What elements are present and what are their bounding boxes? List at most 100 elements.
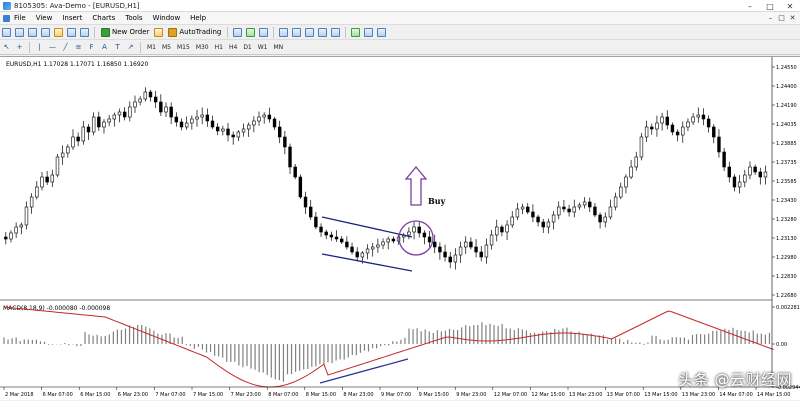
- standard-toolbar: New Order AutoTrading: [0, 24, 800, 39]
- line-chart-icon[interactable]: [258, 27, 269, 38]
- candle-body: [572, 206, 576, 213]
- chart-shift-icon[interactable]: [330, 27, 341, 38]
- bar-chart-icon[interactable]: [232, 27, 243, 38]
- horizontal-line-icon[interactable]: —: [47, 42, 58, 53]
- indicators-icon[interactable]: [350, 27, 361, 38]
- candle-body: [670, 124, 675, 133]
- timeframe-m1[interactable]: M1: [144, 44, 159, 51]
- candle-body: [712, 126, 716, 138]
- candle-body: [500, 226, 504, 233]
- tile-windows-icon[interactable]: [304, 27, 315, 38]
- menu-tools[interactable]: Tools: [120, 14, 147, 22]
- candle-body: [246, 124, 251, 130]
- candle-body: [603, 216, 607, 223]
- menu-view[interactable]: View: [31, 14, 58, 22]
- new-order-icon: [101, 27, 110, 37]
- price-label: 1.22980: [776, 255, 797, 261]
- time-label: 13 Mar 07:00: [607, 392, 640, 398]
- chart-window[interactable]: EURUSD,H1 1.17028 1.17071 1.16850 1.1692…: [0, 56, 800, 400]
- timeframe-w1[interactable]: W1: [255, 44, 271, 51]
- buy-arrow-icon: [404, 165, 428, 206]
- price-label: 1.23585: [776, 179, 797, 185]
- candle-body: [4, 236, 8, 240]
- autoscroll-icon[interactable]: [317, 27, 328, 38]
- candle-body: [319, 226, 323, 233]
- window-title: 8105305: Ava-Demo - [EURUSD,H1]: [14, 1, 140, 10]
- candle-body: [91, 116, 96, 133]
- crosshair-icon[interactable]: +: [14, 42, 25, 53]
- close-button[interactable]: ✕: [780, 0, 800, 12]
- fibonacci-icon[interactable]: F: [86, 42, 97, 53]
- periods-icon[interactable]: [363, 27, 374, 38]
- data-window-icon[interactable]: [40, 27, 51, 38]
- candle-body: [639, 136, 644, 158]
- candle-body: [55, 156, 60, 176]
- candle-body: [345, 241, 349, 248]
- market-watch-icon[interactable]: [27, 27, 38, 38]
- candle-body: [706, 118, 711, 128]
- cursor-icon[interactable]: ↖: [1, 42, 12, 53]
- menu-window[interactable]: Window: [148, 14, 186, 22]
- chart-close-button[interactable]: ✕: [788, 14, 797, 23]
- menu-file[interactable]: File: [0, 14, 31, 22]
- candle-body: [634, 156, 638, 168]
- profiles-icon[interactable]: [14, 27, 25, 38]
- minimize-button[interactable]: –: [740, 0, 760, 12]
- price-chart[interactable]: EURUSD,H1 1.17028 1.17071 1.16850 1.1692…: [0, 57, 800, 401]
- autotrading-button[interactable]: AutoTrading: [165, 26, 224, 38]
- trendline-icon[interactable]: ╱: [60, 42, 71, 53]
- toolbar-separator: [94, 26, 95, 38]
- candle-body: [324, 231, 328, 236]
- timeframe-h1[interactable]: H1: [212, 44, 226, 51]
- zoom-in-icon[interactable]: [278, 27, 289, 38]
- terminal-icon[interactable]: [66, 27, 77, 38]
- new-order-button[interactable]: New Order: [98, 26, 152, 38]
- timeframe-mn[interactable]: MN: [271, 44, 287, 51]
- time-label: 6 Mar 07:00: [43, 392, 73, 398]
- candle-body: [691, 116, 695, 123]
- annotations: Buy: [321, 165, 446, 272]
- menu-charts[interactable]: Charts: [87, 14, 120, 22]
- templates-icon[interactable]: [376, 27, 387, 38]
- timeframe-h4[interactable]: H4: [226, 44, 240, 51]
- new-chart-icon[interactable]: [1, 27, 12, 38]
- timeframe-m5[interactable]: M5: [159, 44, 174, 51]
- candle-body: [763, 171, 768, 178]
- new-order-label: New Order: [112, 28, 150, 36]
- channel-icon[interactable]: ≡: [73, 42, 84, 53]
- candle-body: [386, 238, 390, 243]
- navigator-icon[interactable]: [53, 27, 64, 38]
- candle-body: [241, 128, 246, 133]
- chart-minimize-button[interactable]: –: [766, 14, 775, 23]
- arrows-icon[interactable]: ↗: [125, 42, 136, 53]
- candle-body: [262, 114, 266, 118]
- candle-body: [205, 114, 210, 122]
- text-icon[interactable]: A: [99, 42, 110, 53]
- maximize-button[interactable]: □: [760, 0, 780, 12]
- candle-body: [148, 91, 153, 98]
- candle-body: [293, 166, 297, 178]
- metaeditor-icon[interactable]: [153, 27, 164, 38]
- timeframe-d1[interactable]: D1: [240, 44, 254, 51]
- candle-body: [29, 196, 34, 208]
- candle-body: [448, 256, 452, 263]
- candle-body: [505, 224, 509, 233]
- time-label: 14 Mar 15:00: [757, 392, 790, 398]
- chart-restore-button[interactable]: □: [777, 14, 786, 23]
- candlestick-icon[interactable]: [245, 27, 256, 38]
- timeframe-m30[interactable]: M30: [193, 44, 212, 51]
- label-icon[interactable]: T: [112, 42, 123, 53]
- time-label: 8 Mar 15:00: [306, 392, 336, 398]
- price-label: 1.23885: [776, 141, 797, 147]
- candle-body: [14, 226, 18, 234]
- menu-insert[interactable]: Insert: [57, 14, 87, 22]
- vertical-line-icon[interactable]: |: [34, 42, 45, 53]
- macd-axis-label: 0.002281: [776, 305, 800, 311]
- menu-help[interactable]: Help: [185, 14, 211, 22]
- candle-body: [412, 226, 416, 233]
- zoom-out-icon[interactable]: [291, 27, 302, 38]
- candle-body: [365, 248, 370, 254]
- strategy-tester-icon[interactable]: [79, 27, 90, 38]
- timeframe-m15[interactable]: M15: [174, 44, 193, 51]
- candle-body: [112, 114, 117, 120]
